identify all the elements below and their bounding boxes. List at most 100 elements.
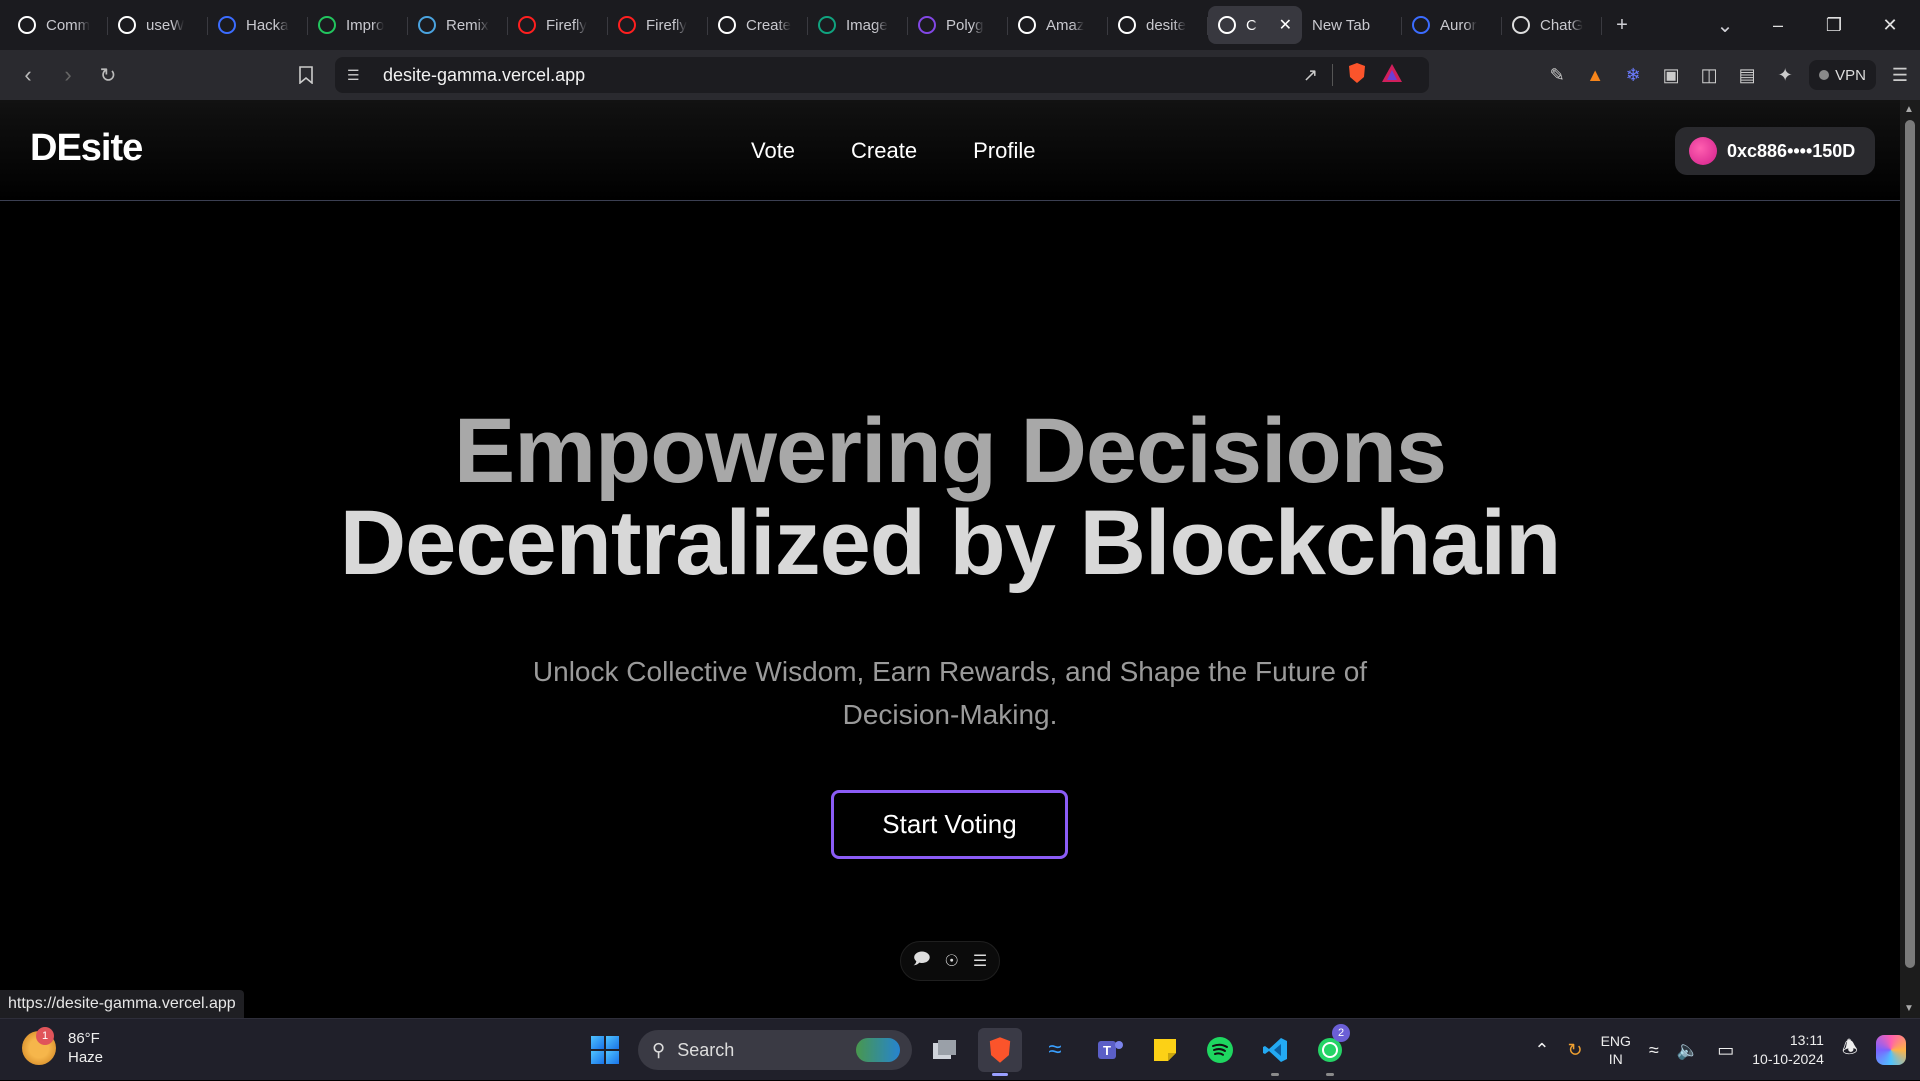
- browser-tab[interactable]: Polyg: [908, 6, 1008, 44]
- taskbar-search[interactable]: ⚲ Search: [638, 1030, 912, 1070]
- wallet-avatar: [1689, 137, 1717, 165]
- menu-icon[interactable]: ☰: [1886, 61, 1914, 89]
- whatsapp-icon[interactable]: 2: [1308, 1024, 1352, 1076]
- vpn-button[interactable]: VPN: [1809, 60, 1876, 90]
- new-tab-button[interactable]: +: [1602, 6, 1642, 44]
- status-bar-url: https://desite-gamma.vercel.app: [0, 990, 244, 1018]
- volume-icon[interactable]: 🔈: [1677, 1040, 1699, 1061]
- tab-label: Polyg: [946, 16, 984, 34]
- snowflake-extension-icon[interactable]: ❄: [1619, 61, 1647, 89]
- battery-icon[interactable]: ▭: [1717, 1040, 1734, 1061]
- close-window-icon[interactable]: ✕: [1862, 15, 1918, 36]
- browser-tab[interactable]: ChatG: [1502, 6, 1602, 44]
- url-text: desite-gamma.vercel.app: [383, 64, 586, 85]
- browser-tab[interactable]: Auror: [1402, 6, 1502, 44]
- start-button[interactable]: [583, 1028, 627, 1072]
- address-bar[interactable]: ☰ desite-gamma.vercel.app ↗: [335, 57, 1429, 93]
- sidebar-icon[interactable]: ◫: [1695, 61, 1723, 89]
- browser-tab[interactable]: Firefly: [608, 6, 708, 44]
- spotify-icon[interactable]: [1198, 1028, 1242, 1072]
- browser-tab[interactable]: Amaz: [1008, 6, 1108, 44]
- scroll-up-icon[interactable]: ▲: [1904, 104, 1914, 115]
- github-icon: [18, 16, 36, 34]
- nav-profile[interactable]: Profile: [973, 138, 1035, 164]
- clock-time: 13:11: [1789, 1032, 1824, 1048]
- reload-icon[interactable]: ↻: [90, 57, 126, 93]
- tab-search-chevron-icon[interactable]: ⌄: [1705, 6, 1745, 44]
- sticky-notes-icon[interactable]: [1143, 1028, 1187, 1072]
- browser-tab[interactable]: Create: [708, 6, 808, 44]
- wifi-icon[interactable]: ≈: [1649, 1040, 1659, 1061]
- browser-tab[interactable]: Impro: [308, 6, 408, 44]
- browser-tab-strip: Comm useW Hacka Impro Remix Firefly Firefly Cre…: [0, 0, 1920, 50]
- adobe-icon: [618, 16, 636, 34]
- browser-tab[interactable]: Image: [808, 6, 908, 44]
- restore-icon[interactable]: ❐: [1806, 15, 1862, 36]
- start-voting-button[interactable]: Start Voting: [831, 790, 1068, 859]
- view-icon[interactable]: ☉: [945, 951, 959, 971]
- taskbar-apps: ⚲ Search ≈ T 2: [583, 1024, 1352, 1076]
- list-menu-icon[interactable]: ☰: [973, 951, 987, 971]
- puzzle-extensions-icon[interactable]: ▣: [1657, 61, 1685, 89]
- scrollbar-thumb[interactable]: [1905, 120, 1915, 968]
- brave-shields-icon[interactable]: [1347, 62, 1367, 89]
- close-tab-icon[interactable]: ✕: [1279, 15, 1292, 35]
- nav-create[interactable]: Create: [851, 138, 917, 164]
- brave-rewards-icon[interactable]: [1381, 63, 1403, 88]
- running-indicator: [1326, 1073, 1334, 1076]
- amazon-icon: [1018, 16, 1036, 34]
- notification-bell-icon[interactable]: 🕭: [1842, 1035, 1858, 1065]
- wifi-app-icon[interactable]: ≈: [1033, 1028, 1077, 1072]
- browser-tab[interactable]: Hacka: [208, 6, 308, 44]
- browser-tab[interactable]: useW: [108, 6, 208, 44]
- hero-title-line2: Decentralized by Blockchain: [339, 492, 1562, 594]
- language-indicator[interactable]: ENG IN: [1601, 1032, 1631, 1068]
- web-page: DEsite Vote Create Profile 0xc886••••150…: [0, 100, 1900, 1018]
- task-view-icon[interactable]: [923, 1028, 967, 1072]
- clock-date: 10-10-2024: [1752, 1051, 1824, 1067]
- scroll-down-icon[interactable]: ▼: [1904, 1003, 1914, 1014]
- aurora-icon: [1412, 16, 1430, 34]
- codebase-icon: [318, 16, 336, 34]
- site-logo[interactable]: DEsite: [30, 127, 143, 170]
- vscode-icon[interactable]: [1253, 1028, 1297, 1076]
- brave-taskbar-icon[interactable]: [978, 1028, 1022, 1076]
- weather-desc: Haze: [68, 1049, 104, 1066]
- eyedropper-icon[interactable]: ✎: [1543, 61, 1571, 89]
- tab-label: Image: [846, 16, 888, 34]
- share-icon[interactable]: ↗: [1303, 65, 1318, 86]
- lang-line2: IN: [1608, 1051, 1623, 1067]
- leo-ai-icon[interactable]: ✦: [1771, 61, 1799, 89]
- browser-tab[interactable]: C ✕: [1208, 6, 1302, 44]
- wallet-icon[interactable]: ▤: [1733, 61, 1761, 89]
- comment-icon[interactable]: 🗩: [913, 948, 931, 975]
- minimize-icon[interactable]: –: [1750, 15, 1806, 36]
- tab-label: Hacka: [246, 16, 289, 34]
- clock[interactable]: 13:11 10-10-2024: [1752, 1031, 1824, 1069]
- tab-label: Amaz: [1046, 16, 1085, 34]
- wallet-button[interactable]: 0xc886••••150D: [1675, 127, 1875, 175]
- browser-tab[interactable]: Firefly: [508, 6, 608, 44]
- weather-widget[interactable]: 1 86°F Haze: [22, 1027, 104, 1067]
- back-icon[interactable]: ‹: [10, 57, 46, 93]
- browser-tab[interactable]: Remix: [408, 6, 508, 44]
- tab-label: Auror: [1440, 16, 1477, 34]
- copilot-icon[interactable]: [1876, 1035, 1906, 1065]
- svg-text:T: T: [1103, 1043, 1111, 1058]
- browser-tab[interactable]: desite: [1108, 6, 1208, 44]
- teams-icon[interactable]: T: [1088, 1028, 1132, 1072]
- chatgpt-icon: [1512, 16, 1530, 34]
- site-settings-icon[interactable]: ☰: [347, 67, 367, 84]
- sync-icon[interactable]: ↻: [1567, 1040, 1582, 1061]
- chevron-up-icon[interactable]: ⌃: [1534, 1040, 1549, 1061]
- bookmark-icon[interactable]: [292, 61, 320, 89]
- nav-vote[interactable]: Vote: [751, 138, 795, 164]
- divider: [1332, 64, 1333, 86]
- browser-tab[interactable]: New Tab: [1302, 6, 1402, 44]
- metamask-icon[interactable]: ▲: [1581, 61, 1609, 89]
- browser-tab[interactable]: Comm: [8, 6, 108, 44]
- page-scrollbar[interactable]: ▲ ▼: [1900, 100, 1920, 1018]
- forward-icon[interactable]: ›: [50, 57, 86, 93]
- weather-temp: 86°F: [68, 1030, 100, 1047]
- floating-toolbar: 🗩 ☉ ☰: [900, 941, 1000, 981]
